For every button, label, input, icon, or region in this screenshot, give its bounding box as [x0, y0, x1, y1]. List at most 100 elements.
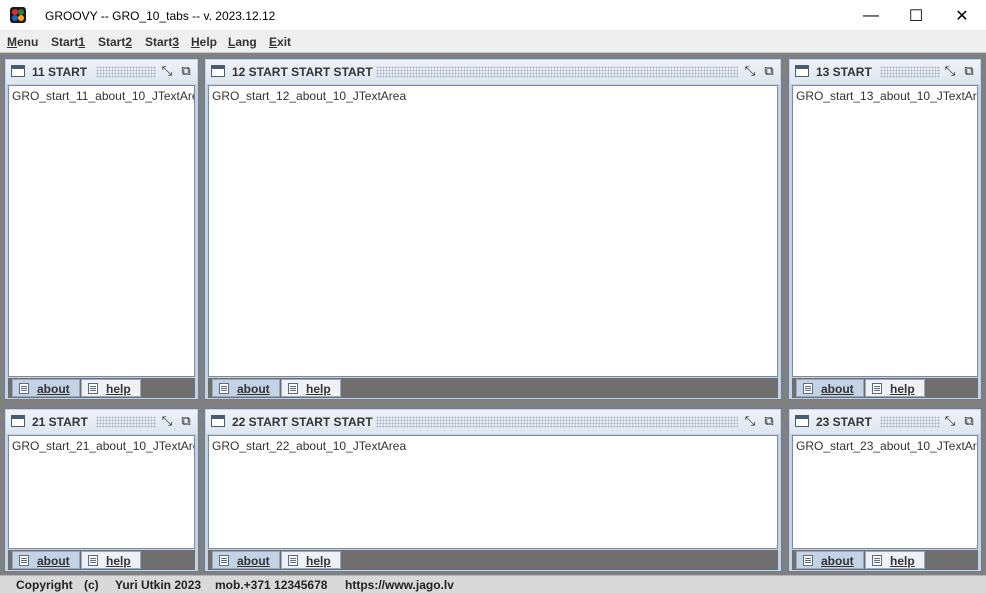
- document-icon: [88, 555, 98, 566]
- frame-titlebar[interactable]: 12 START START START ⤡ ⧉: [206, 60, 780, 84]
- maximize-icon: ☐: [908, 7, 924, 25]
- document-icon: [803, 555, 813, 566]
- text-area[interactable]: GRO_start_22_about_10_JTextArea: [208, 435, 778, 549]
- close-button[interactable]: ✕: [939, 0, 985, 31]
- restore-icon[interactable]: ⤡: [742, 63, 758, 79]
- restore-icon[interactable]: ⤡: [942, 63, 958, 79]
- tab-help[interactable]: help: [281, 551, 341, 569]
- menu-bar: Menu Start1 Start2 Start3 Help Lang Exit: [0, 31, 986, 53]
- app-logo-icon: [10, 7, 26, 23]
- tab-strip: about help: [792, 378, 978, 398]
- tab-label: about: [37, 382, 70, 396]
- frame-window-icon: [211, 65, 225, 77]
- tab-about[interactable]: about: [12, 551, 80, 569]
- title-drag-grip: [376, 416, 738, 428]
- minimize-button[interactable]: —: [848, 0, 894, 31]
- close-icon: ✕: [955, 7, 969, 25]
- tab-about[interactable]: about: [796, 379, 864, 397]
- text-area[interactable]: GRO_start_13_about_10_JTextArea: [792, 85, 978, 377]
- tab-about[interactable]: about: [212, 379, 280, 397]
- maximize-icon[interactable]: ⧉: [178, 413, 194, 429]
- maximize-icon[interactable]: ⧉: [961, 63, 977, 79]
- frame-titlebar[interactable]: 13 START ⤡ ⧉: [790, 60, 980, 84]
- text-area[interactable]: GRO_start_21_about_10_JTextArea: [8, 435, 195, 549]
- tab-label: help: [890, 554, 915, 568]
- frame-title: 11 START: [32, 65, 88, 79]
- tab-label: about: [37, 554, 70, 568]
- internal-frame-11: 11 START ⤡ ⧉ GRO_start_11_about_10_JText…: [4, 58, 199, 400]
- frame-title: 22 START START START: [232, 415, 373, 429]
- maximize-icon[interactable]: ⧉: [761, 63, 777, 79]
- internal-frame-13: 13 START ⤡ ⧉ GRO_start_13_about_10_JText…: [788, 58, 982, 400]
- text-area[interactable]: GRO_start_12_about_10_JTextArea: [208, 85, 778, 377]
- minimize-icon: —: [863, 6, 879, 24]
- document-icon: [219, 383, 229, 394]
- status-url: https://www.jago.lv: [345, 578, 454, 592]
- text-area-content: GRO_start_12_about_10_JTextArea: [212, 89, 407, 103]
- frame-window-icon: [795, 65, 809, 77]
- title-drag-grip: [96, 66, 156, 78]
- status-copyright-symbol: (c): [84, 578, 99, 592]
- tab-help[interactable]: help: [865, 379, 925, 397]
- status-author: Yuri Utkin 2023: [115, 578, 202, 592]
- tab-about[interactable]: about: [12, 379, 80, 397]
- restore-icon[interactable]: ⤡: [942, 413, 958, 429]
- menu-item-exit[interactable]: Exit: [269, 35, 291, 49]
- frame-window-icon: [211, 415, 225, 427]
- title-drag-grip: [96, 416, 156, 428]
- document-icon: [88, 383, 98, 394]
- tab-label: help: [106, 554, 131, 568]
- menu-item-help[interactable]: Help: [191, 35, 217, 49]
- tab-label: help: [106, 382, 131, 396]
- restore-icon[interactable]: ⤡: [159, 63, 175, 79]
- frame-window-icon: [11, 415, 25, 427]
- internal-frame-23: 23 START ⤡ ⧉ GRO_start_23_about_10_JText…: [788, 408, 982, 572]
- frame-title: 12 START START START: [232, 65, 373, 79]
- menu-item-start2[interactable]: Start2: [98, 35, 132, 49]
- tab-label: help: [306, 554, 331, 568]
- tab-help[interactable]: help: [865, 551, 925, 569]
- text-area-content: GRO_start_13_about_10_JTextArea: [796, 89, 978, 103]
- tab-strip: about help: [792, 550, 978, 570]
- tab-label: about: [237, 554, 270, 568]
- menu-item-start1[interactable]: Start1: [51, 35, 85, 49]
- menu-item-menu[interactable]: Menu: [7, 35, 38, 49]
- document-icon: [288, 555, 298, 566]
- text-area-content: GRO_start_21_about_10_JTextArea: [12, 439, 195, 453]
- text-area[interactable]: GRO_start_23_about_10_JTextArea: [792, 435, 978, 549]
- tab-help[interactable]: help: [281, 379, 341, 397]
- maximize-icon[interactable]: ⧉: [178, 63, 194, 79]
- frame-titlebar[interactable]: 11 START ⤡ ⧉: [6, 60, 197, 84]
- tab-help[interactable]: help: [81, 551, 141, 569]
- frame-title: 21 START: [32, 415, 88, 429]
- title-drag-grip: [880, 66, 940, 78]
- tab-about[interactable]: about: [796, 551, 864, 569]
- tab-label: about: [237, 382, 270, 396]
- internal-frame-22: 22 START START START ⤡ ⧉ GRO_start_22_ab…: [204, 408, 782, 572]
- maximize-icon[interactable]: ⧉: [761, 413, 777, 429]
- tab-strip: about help: [8, 550, 195, 570]
- menu-item-lang[interactable]: Lang: [228, 35, 257, 49]
- tab-label: about: [821, 554, 854, 568]
- tab-strip: about help: [208, 550, 778, 570]
- tab-strip: about help: [208, 378, 778, 398]
- text-area[interactable]: GRO_start_11_about_10_JTextArea: [8, 85, 195, 377]
- menu-item-start3[interactable]: Start3: [145, 35, 179, 49]
- title-drag-grip: [880, 416, 940, 428]
- frame-titlebar[interactable]: 23 START ⤡ ⧉: [790, 410, 980, 434]
- document-icon: [19, 383, 29, 394]
- restore-icon[interactable]: ⤡: [742, 413, 758, 429]
- maximize-icon[interactable]: ⧉: [961, 413, 977, 429]
- frame-titlebar[interactable]: 22 START START START ⤡ ⧉: [206, 410, 780, 434]
- document-icon: [19, 555, 29, 566]
- maximize-button[interactable]: ☐: [893, 0, 939, 31]
- frame-titlebar[interactable]: 21 START ⤡ ⧉: [6, 410, 197, 434]
- restore-icon[interactable]: ⤡: [159, 413, 175, 429]
- status-copyright: Copyright: [16, 578, 73, 592]
- text-area-content: GRO_start_23_about_10_JTextArea: [796, 439, 978, 453]
- tab-about[interactable]: about: [212, 551, 280, 569]
- tab-help[interactable]: help: [81, 379, 141, 397]
- frame-title: 23 START: [816, 415, 872, 429]
- window-titlebar: GROOVY -- GRO_10_tabs -- v. 2023.12.12 —…: [0, 0, 986, 31]
- tab-label: about: [821, 382, 854, 396]
